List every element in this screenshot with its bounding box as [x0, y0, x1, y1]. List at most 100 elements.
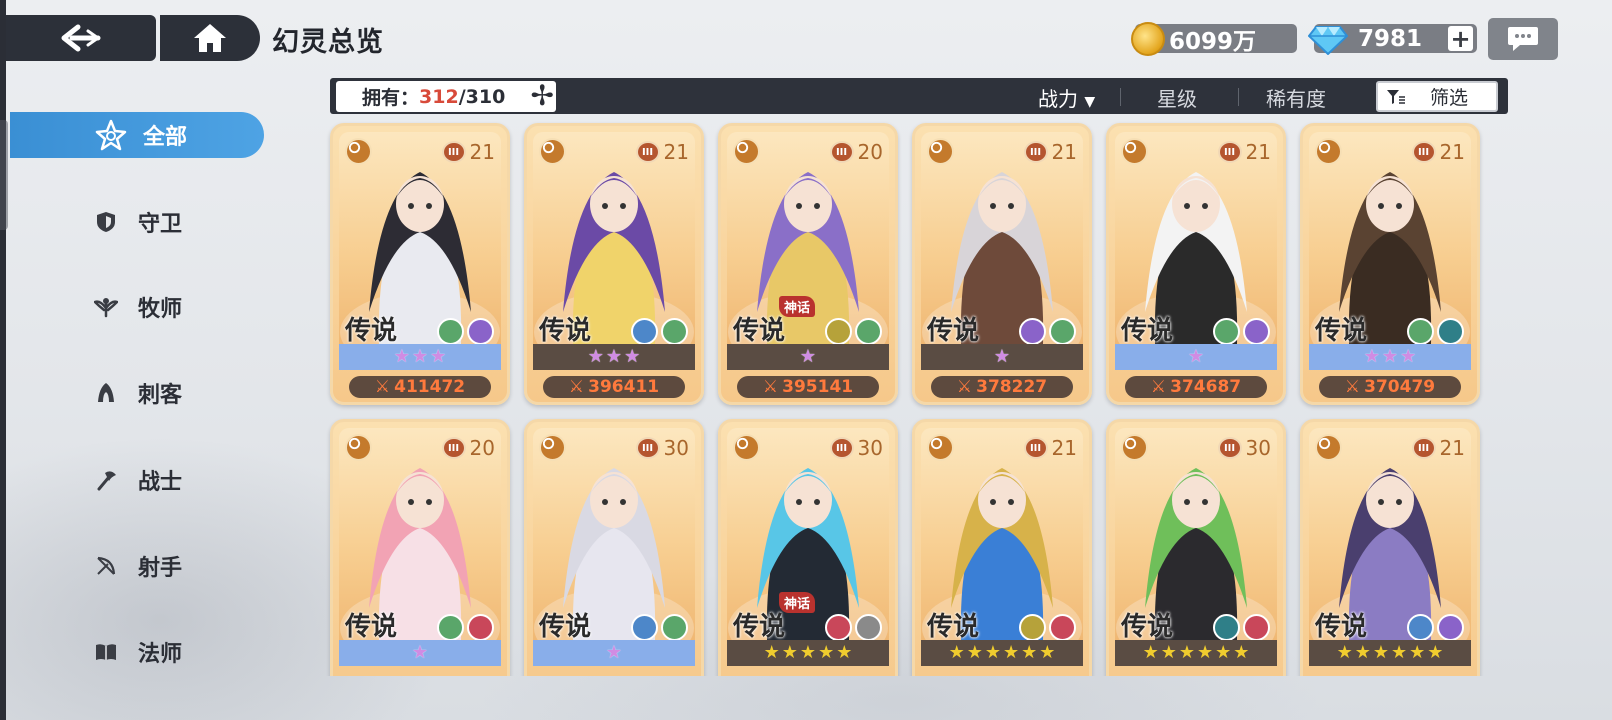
hero-level: 30 [1245, 436, 1271, 460]
hero-portrait: III 21 传说 [921, 132, 1083, 344]
chat-button[interactable] [1488, 18, 1558, 60]
crossed-swords-icon: ⚔ [762, 377, 779, 397]
level-indicator: III 21 [1411, 436, 1465, 460]
power-value: 374687 [1170, 377, 1242, 397]
hero-portrait: III 20 神话 传说 [727, 132, 889, 344]
sidebar-item-priest[interactable]: 牧师 [10, 284, 264, 330]
bow-icon [94, 554, 118, 578]
star-icon: ★ [1372, 642, 1389, 663]
star-icon: ★ [1233, 642, 1250, 663]
sidebar-item-mage[interactable]: 法师 [10, 629, 264, 675]
owned-count-box[interactable]: 拥有： 312 /310 ✢ [336, 81, 556, 112]
light-icon [855, 614, 882, 640]
star-icon: ★ [1354, 642, 1371, 663]
star-icon: ★ [1381, 346, 1399, 367]
star-icon: ★ [1215, 642, 1232, 663]
filter-bar: 拥有： 312 /310 ✢ 战力 ▼ 星级 稀有度 筛选 [330, 78, 1508, 114]
level-badge-icon: III [1217, 141, 1242, 163]
hero-card[interactable]: III 21 传说 ★ ⚔ 374687 [1106, 123, 1286, 405]
level-indicator: III 20 [829, 140, 883, 164]
hero-card[interactable]: III 21 传说 ★ ★ ★ ⚔ 396411 [524, 123, 704, 405]
hero-level: 30 [663, 436, 689, 460]
hero-level: 30 [857, 436, 883, 460]
arcane-icon [1437, 614, 1464, 640]
power-bar: ⚔ 378227 [931, 376, 1073, 398]
hero-grid: III 21 传说 ★ ★ ★ ⚔ 411472 III 21 传说 ★ ★ ★… [320, 120, 1490, 676]
hero-card[interactable]: III 21 传说 ★ ★ ★ ⚔ 370479 [1300, 123, 1480, 405]
add-gems-button[interactable]: + [1448, 26, 1473, 51]
filter-button[interactable]: 筛选 [1376, 81, 1498, 112]
star-icon: ★ [1363, 346, 1380, 367]
arcane-icon [467, 318, 494, 344]
star-icon: ★ [984, 642, 1001, 663]
hero-card[interactable]: III 21 传说 ★ ★ ★ ★ ★ ★ [1300, 419, 1480, 676]
star-icon: ★ [587, 346, 604, 367]
side-handle[interactable] [0, 120, 8, 230]
level-indicator: III 30 [1217, 436, 1271, 460]
crossed-swords-icon: ⚔ [568, 377, 585, 397]
gold-counter: 6099万 [1131, 21, 1297, 56]
back-button[interactable] [6, 15, 156, 61]
sidebar-item-guard[interactable]: 守卫 [10, 199, 264, 245]
sort-power[interactable]: 战力 ▼ [1038, 83, 1095, 112]
level-indicator: III 30 [829, 436, 883, 460]
star-icon: ★ [411, 346, 429, 367]
star-icon: ★ [1003, 642, 1020, 663]
level-badge-icon: III [441, 437, 466, 459]
level-indicator: III 21 [1023, 436, 1077, 460]
hero-card[interactable]: III 30 神话 传说 ★ ★ ★ ★ ★ [718, 419, 898, 676]
rarity-label: 传说 [539, 316, 592, 344]
hero-portrait: III 21 传说 [1115, 132, 1277, 344]
hood-icon [927, 434, 954, 461]
level-indicator: III 21 [1217, 140, 1271, 164]
sort-arrow-icon: ▼ [1084, 94, 1096, 110]
wing-emblem-icon [825, 318, 852, 344]
home-button[interactable] [160, 15, 260, 61]
void-icon [1213, 614, 1240, 640]
hero-card[interactable]: III 21 传说 ★ ★ ★ ⚔ 411472 [330, 123, 510, 405]
hero-level: 20 [857, 140, 883, 164]
power-value: 395141 [782, 377, 854, 397]
sidebar-item-all[interactable]: 全部 [10, 112, 264, 158]
hero-card[interactable]: III 30 传说 ★ ★ ★ ★ ★ ★ [1106, 419, 1286, 676]
expand-capacity-button[interactable]: ✢ [531, 82, 554, 110]
star-outline-icon [94, 118, 128, 152]
hero-level: 21 [1051, 436, 1077, 460]
hero-card[interactable]: III 20 神话 传说 ★ ⚔ 395141 [718, 123, 898, 405]
frost-icon [1407, 614, 1434, 640]
axe-icon [1315, 138, 1342, 165]
spiral-icon [467, 614, 494, 640]
frost-icon [631, 614, 658, 640]
hero-card[interactable]: III 30 传说 ★ [524, 419, 704, 676]
nature-icon [661, 614, 688, 640]
star-rating: ★ ★ ★ ★ ★ ★ [1309, 640, 1471, 666]
star-rating: ★ ★ ★ [1309, 344, 1471, 370]
hero-portrait: III 30 传说 [1115, 428, 1277, 640]
nature-icon [855, 318, 882, 344]
crossed-swords-icon: ⚔ [1344, 377, 1361, 397]
level-indicator: III 30 [635, 436, 689, 460]
sidebar-item-warrior[interactable]: 战士 [10, 457, 264, 503]
level-badge-icon: III [829, 437, 854, 459]
level-badge-icon: III [829, 141, 854, 163]
star-icon: ★ [799, 346, 817, 367]
star-icon: ★ [1178, 642, 1195, 663]
level-indicator: III 21 [1023, 140, 1077, 164]
star-icon: ★ [948, 642, 965, 663]
star-icon: ★ [411, 642, 429, 663]
hero-card[interactable]: III 20 传说 ★ [330, 419, 510, 676]
power-bar: ⚔ 395141 [737, 376, 879, 398]
shield-icon [733, 138, 760, 165]
divider [1120, 88, 1121, 106]
gold-coin-icon [1131, 21, 1165, 56]
sidebar-item-archer[interactable]: 射手 [10, 543, 264, 589]
nature-icon [661, 318, 688, 344]
hero-card[interactable]: III 21 传说 ★ ★ ★ ★ ★ ★ [912, 419, 1092, 676]
star-icon: ★ [605, 642, 623, 663]
sort-rarity[interactable]: 稀有度 [1266, 83, 1326, 112]
hero-card[interactable]: III 21 传说 ★ ⚔ 378227 [912, 123, 1092, 405]
sidebar-item-assassin[interactable]: 刺客 [10, 370, 264, 416]
book-icon [1121, 434, 1148, 461]
power-value: 396411 [588, 377, 660, 397]
sort-stars[interactable]: 星级 [1157, 83, 1197, 112]
